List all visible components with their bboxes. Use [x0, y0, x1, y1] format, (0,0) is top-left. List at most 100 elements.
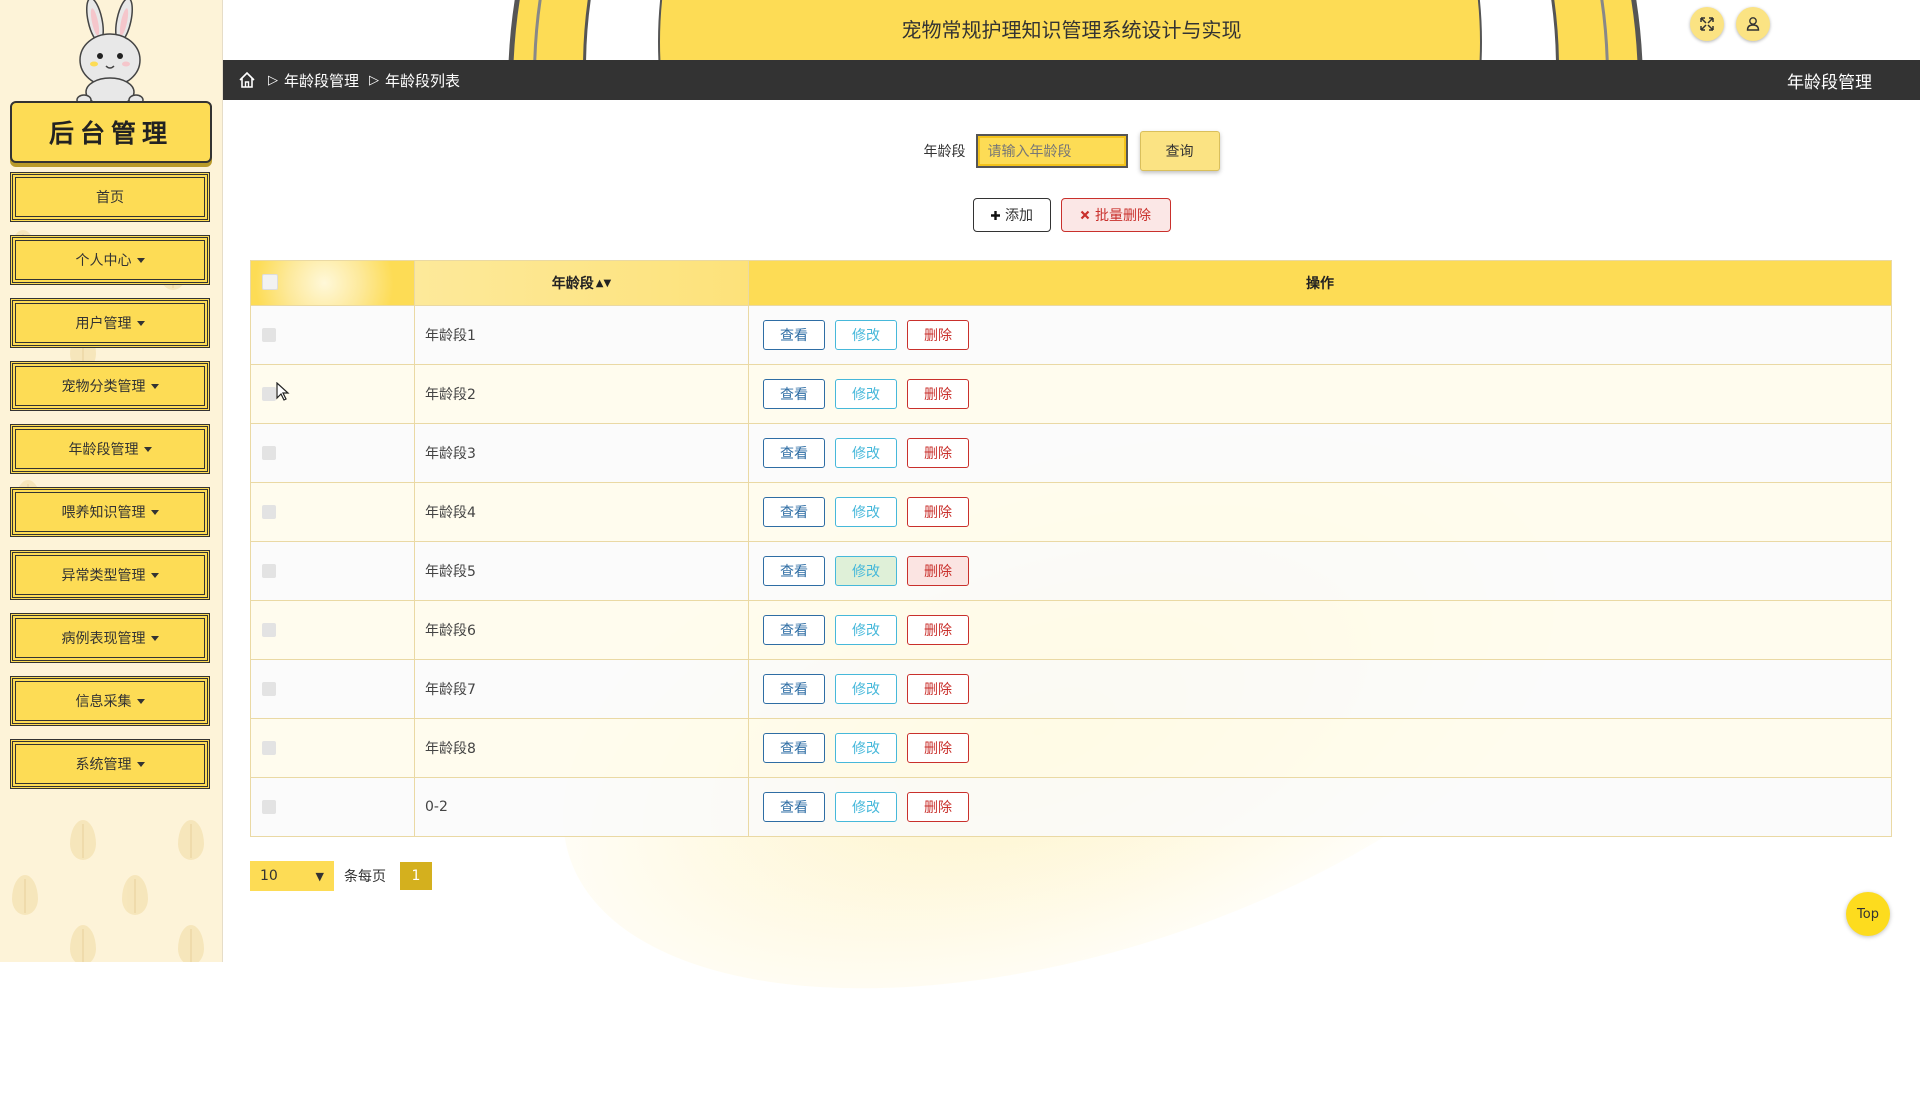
breadcrumb-item[interactable]: 年龄段管理	[284, 70, 359, 91]
age-range-cell: 年龄段1	[415, 306, 749, 364]
row-checkbox[interactable]	[262, 800, 276, 814]
back-to-top-button[interactable]: Top	[1846, 892, 1890, 936]
sidebar-item-label: 病例表现管理	[61, 631, 146, 647]
sidebar-nav: 首页 个人中心 用户管理 宠物分类管理 年龄段管理 喂养知识管理 异常类型管理 …	[10, 172, 210, 802]
delete-button[interactable]: 删除	[907, 379, 969, 409]
sidebar-item-system[interactable]: 系统管理	[10, 739, 210, 789]
edit-button[interactable]: 修改	[835, 792, 897, 822]
view-button[interactable]: 查看	[763, 497, 825, 527]
row-checkbox[interactable]	[262, 682, 276, 696]
row-checkbox[interactable]	[262, 623, 276, 637]
select-all-cell	[251, 261, 415, 305]
view-button[interactable]: 查看	[763, 733, 825, 763]
edit-button[interactable]: 修改	[835, 556, 897, 586]
column-header-label: 操作	[1306, 276, 1334, 292]
delete-button[interactable]: 删除	[907, 556, 969, 586]
edit-button[interactable]: 修改	[835, 615, 897, 645]
triangle-right-icon: ▷	[268, 72, 278, 88]
view-button[interactable]: 查看	[763, 438, 825, 468]
mouse-cursor-icon	[276, 382, 290, 401]
batch-delete-button[interactable]: 批量删除	[1060, 198, 1171, 232]
add-button[interactable]: 添加	[972, 198, 1051, 232]
sidebar-item-label: 宠物分类管理	[61, 379, 146, 395]
page-title: 年龄段管理	[1787, 72, 1872, 93]
age-range-cell: 年龄段7	[415, 660, 749, 718]
edit-button[interactable]: 修改	[835, 733, 897, 763]
edit-button[interactable]: 修改	[835, 379, 897, 409]
sidebar-item-label: 异常类型管理	[61, 568, 146, 584]
caret-down-icon	[150, 509, 159, 515]
age-range-table: 年龄段 ▲▼ 操作 年龄段1 查看 修改 删除 年龄段2 查看 修改 删除 年龄…	[250, 260, 1892, 837]
row-checkbox[interactable]	[262, 564, 276, 578]
view-button[interactable]: 查看	[763, 379, 825, 409]
leaf-decoration	[70, 925, 96, 962]
edit-button[interactable]: 修改	[835, 674, 897, 704]
sort-icon: ▲▼	[595, 277, 612, 289]
brand-title: 后台管理	[48, 119, 173, 148]
caret-down-icon	[136, 257, 145, 263]
expand-icon	[1700, 17, 1714, 31]
user-menu-button[interactable]	[1736, 7, 1770, 41]
fullscreen-button[interactable]	[1690, 7, 1724, 41]
edit-button[interactable]: 修改	[835, 497, 897, 527]
caret-down-icon	[136, 761, 145, 767]
sidebar-item-home[interactable]: 首页	[10, 172, 210, 222]
per-page-label: 条每页	[344, 869, 386, 885]
sidebar-item-info-collection[interactable]: 信息采集	[10, 676, 210, 726]
caret-down-icon	[150, 383, 159, 389]
delete-button[interactable]: 删除	[907, 674, 969, 704]
sidebar-item-abnormal-type[interactable]: 异常类型管理	[10, 550, 210, 600]
sidebar-item-age-range[interactable]: 年龄段管理	[10, 424, 210, 474]
search-bar: 年龄段 查询	[223, 131, 1920, 171]
edit-button[interactable]: 修改	[835, 438, 897, 468]
app-title: 宠物常规护理知识管理系统设计与实现	[901, 18, 1242, 42]
caret-down-icon	[150, 635, 159, 641]
main-content: 年龄段 查询 添加 批量删除 年龄段▲▼ 操	[223, 100, 1920, 1104]
row-checkbox[interactable]	[262, 505, 276, 519]
add-button-label: 添加	[1005, 208, 1033, 224]
user-icon	[1746, 17, 1760, 31]
delete-button[interactable]: 删除	[907, 615, 969, 645]
select-all-checkbox[interactable]	[262, 274, 278, 290]
query-button[interactable]: 查询	[1139, 131, 1220, 171]
brand-logo: 后台管理	[10, 101, 212, 163]
page-number-button[interactable]: 1	[400, 862, 432, 890]
chevron-down-icon: ▼	[315, 869, 324, 883]
age-range-cell: 年龄段6	[415, 601, 749, 659]
view-button[interactable]: 查看	[763, 615, 825, 645]
page-size-select[interactable]: 10 ▼	[250, 861, 334, 891]
row-checkbox[interactable]	[262, 328, 276, 342]
row-checkbox[interactable]	[262, 741, 276, 755]
table-row: 年龄段3 查看 修改 删除	[251, 423, 1891, 482]
home-link[interactable]	[238, 70, 258, 90]
pagination: 10 ▼ 条每页 1	[250, 861, 432, 891]
sidebar-item-pet-category[interactable]: 宠物分类管理	[10, 361, 210, 411]
sidebar-item-users[interactable]: 用户管理	[10, 298, 210, 348]
sidebar-item-label: 喂养知识管理	[61, 505, 146, 521]
delete-button[interactable]: 删除	[907, 792, 969, 822]
delete-button[interactable]: 删除	[907, 438, 969, 468]
sidebar-item-profile[interactable]: 个人中心	[10, 235, 210, 285]
view-button[interactable]: 查看	[763, 320, 825, 350]
age-range-cell: 年龄段3	[415, 424, 749, 482]
column-header-age-range[interactable]: 年龄段 ▲▼	[415, 261, 749, 305]
row-checkbox[interactable]	[262, 387, 276, 401]
view-button[interactable]: 查看	[763, 792, 825, 822]
leaf-decoration	[178, 820, 204, 860]
age-range-search-input[interactable]	[975, 134, 1128, 168]
delete-button[interactable]: 删除	[907, 320, 969, 350]
sidebar-item-feeding-knowledge[interactable]: 喂养知识管理	[10, 487, 210, 537]
view-button[interactable]: 查看	[763, 556, 825, 586]
delete-button[interactable]: 删除	[907, 497, 969, 527]
sidebar-item-case-symptoms[interactable]: 病例表现管理	[10, 613, 210, 663]
column-header-label: 年龄段	[551, 276, 594, 292]
top-header: 宠物常规护理知识管理系统设计与实现	[223, 0, 1920, 60]
table-row: 年龄段8 查看 修改 删除	[251, 718, 1891, 777]
row-checkbox[interactable]	[262, 446, 276, 460]
breadcrumb: ▷ 年龄段管理 ▷ 年龄段列表 年龄段管理	[223, 60, 1920, 100]
view-button[interactable]: 查看	[763, 674, 825, 704]
caret-down-icon	[150, 572, 159, 578]
delete-button[interactable]: 删除	[907, 733, 969, 763]
age-range-cell: 0-2	[415, 778, 749, 836]
edit-button[interactable]: 修改	[835, 320, 897, 350]
